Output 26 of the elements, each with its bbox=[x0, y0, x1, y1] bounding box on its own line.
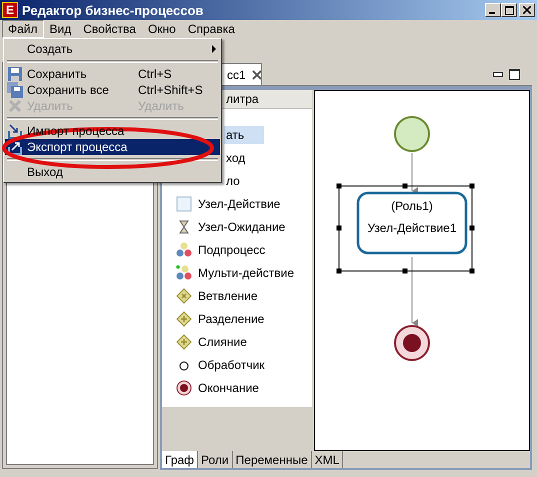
view-tab[interactable]: Граф bbox=[162, 451, 198, 468]
node-label: Узел-Действие1 bbox=[368, 221, 456, 235]
palette-item[interactable]: Узел-Действие bbox=[196, 194, 282, 212]
menu-item[interactable]: Вид bbox=[44, 20, 78, 38]
node-role: (Роль1) bbox=[391, 199, 433, 213]
palette-item[interactable]: Мульти-действие bbox=[196, 264, 296, 282]
palette-item[interactable]: Подпроцесс bbox=[196, 240, 268, 258]
palette-item[interactable]: Узел-Ожидание bbox=[196, 218, 288, 236]
menu-option[interactable]: Создать bbox=[5, 41, 220, 57]
view-tab[interactable]: Переменные bbox=[232, 451, 312, 468]
menu-item[interactable]: Свойства bbox=[77, 20, 142, 38]
palette-item[interactable]: ать bbox=[224, 126, 264, 144]
menu-item[interactable]: Файл bbox=[2, 20, 44, 38]
palette-item[interactable]: ход bbox=[224, 148, 248, 166]
palette-item[interactable]: Слияние bbox=[196, 332, 249, 350]
palette-item[interactable]: Разделение bbox=[196, 310, 266, 328]
palette-item[interactable]: Окончание bbox=[196, 378, 261, 396]
menu-option[interactable]: Выход bbox=[5, 164, 220, 180]
window-title: Редактор бизнес-процессов bbox=[22, 2, 204, 18]
palette-item[interactable]: Ветвление bbox=[196, 286, 260, 304]
app-logo: E bbox=[2, 2, 18, 18]
menu-item[interactable]: Окно bbox=[142, 20, 182, 38]
menu-item[interactable]: Справка bbox=[182, 20, 241, 38]
palette-item[interactable]: ло bbox=[224, 172, 242, 190]
menu-option[interactable]: Экспорт процесса bbox=[5, 139, 220, 155]
palette-item[interactable]: Обработчик bbox=[196, 356, 267, 374]
